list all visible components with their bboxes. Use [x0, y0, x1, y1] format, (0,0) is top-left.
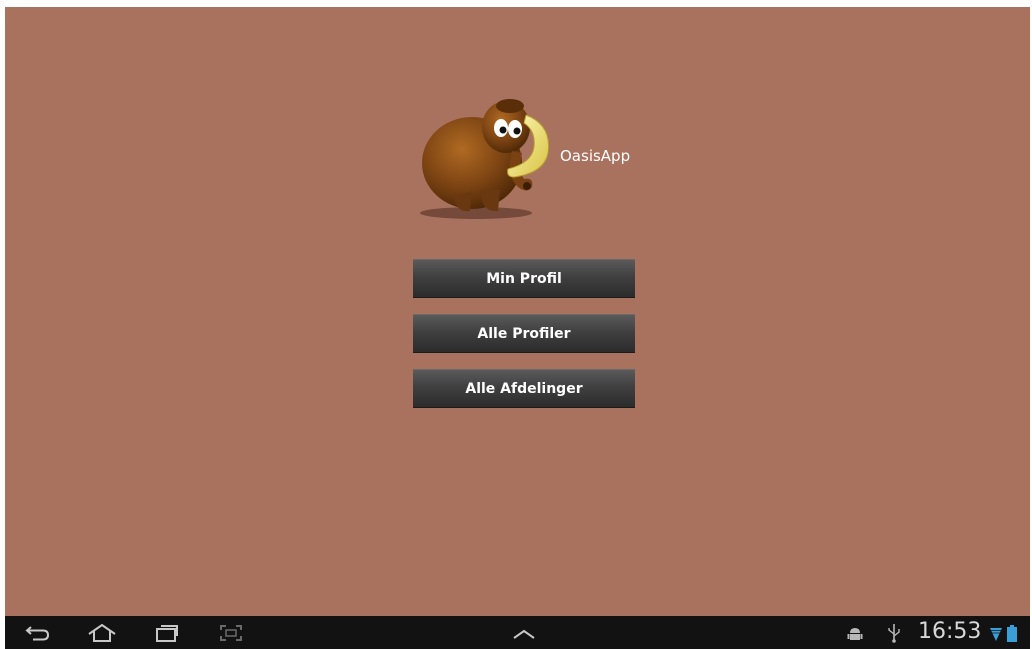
mammoth-logo-icon [420, 99, 550, 219]
app-home-screen: OasisApp Min Profil Alle Profiler Alle A… [5, 7, 1030, 616]
recent-apps-icon[interactable] [155, 624, 179, 642]
android-debug-icon [847, 628, 863, 640]
min-profil-button[interactable]: Min Profil [413, 259, 635, 298]
app-title: OasisApp [560, 147, 631, 165]
home-icon[interactable] [87, 624, 117, 642]
alle-afdelinger-button[interactable]: Alle Afdelinger [413, 369, 635, 408]
system-navigation-bar: 16:53 [5, 616, 1030, 649]
chevron-up-icon[interactable] [512, 628, 536, 640]
back-icon[interactable] [25, 625, 51, 641]
battery-icon [1007, 625, 1017, 642]
wifi-icon [990, 628, 1002, 641]
alle-profiler-button[interactable]: Alle Profiler [413, 314, 635, 353]
screenshot-icon[interactable] [219, 624, 243, 642]
status-bar-clock: 16:53 [918, 619, 982, 644]
usb-icon [888, 624, 900, 643]
device-screen: OasisApp Min Profil Alle Profiler Alle A… [5, 7, 1030, 649]
